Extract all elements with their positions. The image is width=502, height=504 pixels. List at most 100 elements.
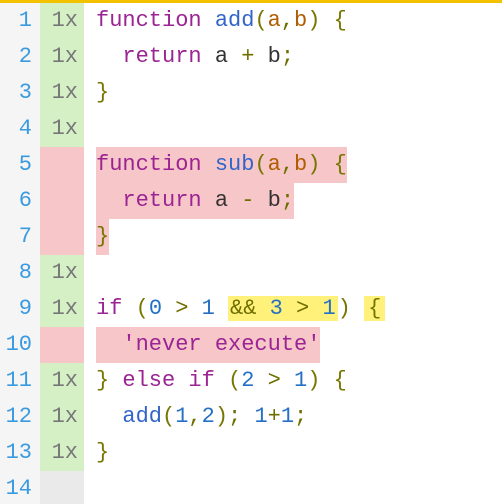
comma: , xyxy=(281,8,294,33)
code-row: 6 return a - b; xyxy=(0,183,502,219)
line-number: 8 xyxy=(0,255,40,291)
code-row: 14 xyxy=(0,471,502,504)
semicolon: ; xyxy=(294,404,307,429)
semicolon: ; xyxy=(281,188,294,213)
keyword-if: if xyxy=(188,368,214,393)
line-number: 12 xyxy=(0,399,40,435)
hit-count xyxy=(40,219,84,255)
paren: ( xyxy=(254,152,267,177)
source-line: add(1,2); 1+1; xyxy=(84,399,502,435)
paren: ) xyxy=(215,404,228,429)
uncovered-span: function sub(a,b) { xyxy=(96,147,347,183)
uncovered-span: } xyxy=(96,219,109,255)
code-row: 5 function sub(a,b) { xyxy=(0,147,502,183)
indent xyxy=(96,44,122,69)
source-line: return a - b; xyxy=(84,183,502,219)
hit-count: 1x xyxy=(40,111,84,147)
brace: { xyxy=(334,8,347,33)
identifier: b xyxy=(268,188,281,213)
paren: ( xyxy=(254,8,267,33)
number: 1 xyxy=(202,296,215,321)
hit-count: 1x xyxy=(40,363,84,399)
brace: } xyxy=(96,440,109,465)
indent xyxy=(96,404,122,429)
indent xyxy=(96,332,122,357)
source-line: 'never execute' xyxy=(84,327,502,363)
param: b xyxy=(294,8,307,33)
keyword-return: return xyxy=(122,44,201,69)
code-row: 10 'never execute' xyxy=(0,327,502,363)
source-line: if (0 > 1 && 3 > 1) { xyxy=(84,291,502,327)
brace: { xyxy=(334,152,347,177)
code-row: 4 1x xyxy=(0,111,502,147)
line-number: 2 xyxy=(0,39,40,75)
hit-count xyxy=(40,327,84,363)
hit-count xyxy=(40,471,84,504)
hit-count: 1x xyxy=(40,3,84,39)
code-row: 7 } xyxy=(0,219,502,255)
line-number: 10 xyxy=(0,327,40,363)
identifier: a xyxy=(215,188,228,213)
operator: + xyxy=(268,404,281,429)
line-number: 3 xyxy=(0,75,40,111)
keyword-function: function xyxy=(96,152,202,177)
param: a xyxy=(268,8,281,33)
source-line xyxy=(84,471,502,504)
line-number: 11 xyxy=(0,363,40,399)
semicolon: ; xyxy=(281,44,294,69)
code-row: 8 1x xyxy=(0,255,502,291)
source-line xyxy=(84,255,502,291)
function-name: add xyxy=(215,8,255,33)
branch-not-taken: && 3 > 1 xyxy=(228,296,338,321)
comma: , xyxy=(281,152,294,177)
hit-count xyxy=(40,147,84,183)
number: 1 xyxy=(175,404,188,429)
source-line: function add(a,b) { xyxy=(84,3,502,39)
identifier: b xyxy=(268,44,281,69)
number: 1 xyxy=(294,368,307,393)
line-number: 6 xyxy=(0,183,40,219)
source-line: return a + b; xyxy=(84,39,502,75)
keyword-else: else xyxy=(122,368,175,393)
source-line: } else if (2 > 1) { xyxy=(84,363,502,399)
code-row: 13 1x } xyxy=(0,435,502,471)
keyword-return: return xyxy=(122,188,201,213)
line-number: 14 xyxy=(0,471,40,504)
uncovered-span: return a - b; xyxy=(96,183,294,219)
indent xyxy=(96,188,122,213)
source-line: } xyxy=(84,435,502,471)
hit-count xyxy=(40,183,84,219)
number: 3 xyxy=(270,296,283,321)
code-coverage-table: 1 1x function add(a,b) { 2 1x return a +… xyxy=(0,3,502,504)
code-row: 1 1x function add(a,b) { xyxy=(0,3,502,39)
operator: + xyxy=(241,44,254,69)
param: b xyxy=(294,152,307,177)
hit-count: 1x xyxy=(40,75,84,111)
brace: } xyxy=(96,368,109,393)
line-number: 7 xyxy=(0,219,40,255)
number: 1 xyxy=(322,296,335,321)
paren: ( xyxy=(162,404,175,429)
uncovered-span: 'never execute' xyxy=(96,327,320,363)
brace: { xyxy=(364,296,385,321)
code-row: 2 1x return a + b; xyxy=(0,39,502,75)
hit-count: 1x xyxy=(40,399,84,435)
brace: } xyxy=(96,80,109,105)
number: 2 xyxy=(241,368,254,393)
operator: > xyxy=(296,296,309,321)
source-line: } xyxy=(84,219,502,255)
code-row: 3 1x } xyxy=(0,75,502,111)
paren: ) xyxy=(307,8,320,33)
param: a xyxy=(268,152,281,177)
operator: > xyxy=(268,368,281,393)
line-number: 13 xyxy=(0,435,40,471)
line-number: 1 xyxy=(0,3,40,39)
number: 1 xyxy=(254,404,267,429)
keyword-function: function xyxy=(96,8,202,33)
paren: ) xyxy=(338,296,351,321)
number: 1 xyxy=(281,404,294,429)
hit-count: 1x xyxy=(40,255,84,291)
line-number: 5 xyxy=(0,147,40,183)
paren: ) xyxy=(307,368,320,393)
identifier: a xyxy=(215,44,228,69)
